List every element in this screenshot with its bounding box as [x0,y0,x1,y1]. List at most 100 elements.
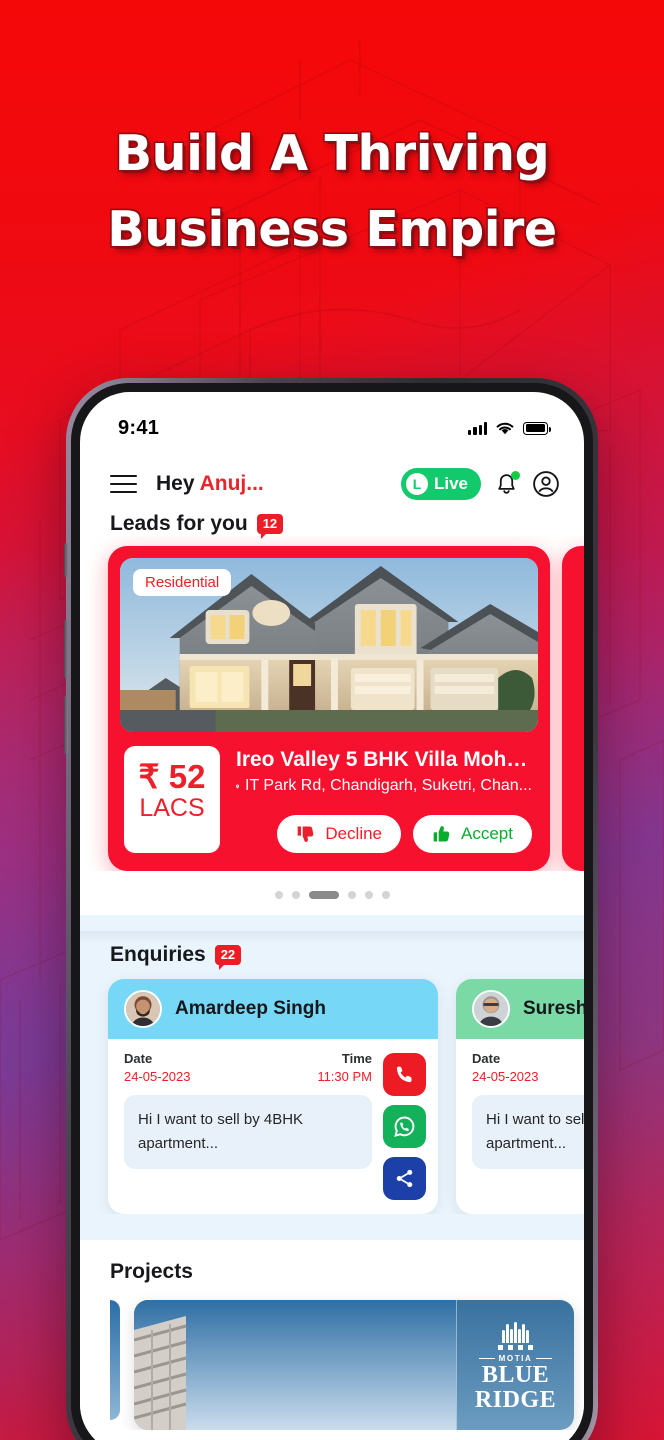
crown-icon [502,1321,529,1343]
lead-action-buttons: Decline Accept [236,815,532,853]
map-pin-icon [236,783,240,789]
share-button[interactable] [383,1157,426,1200]
phone-icon [396,1066,412,1083]
enquiry-card[interactable]: Suresh Kumar Date Time 24-05-2023 11:30 … [456,979,584,1214]
pagination-dot-active[interactable] [308,891,339,899]
leads-pagination[interactable] [80,871,584,915]
projects-title: Projects [110,1260,193,1283]
app-header-actions: L Live [400,468,560,500]
live-badge[interactable]: L Live [400,468,481,500]
enquiries-title: Enquiries [110,943,206,966]
enquiry-card-header: Amardeep Singh [108,979,438,1039]
lead-card-next-peek[interactable] [562,546,584,871]
accept-button[interactable]: Accept [413,815,532,853]
project-image [134,1300,456,1430]
greeting-user-name: Anuj... [199,472,264,495]
enquiries-count-badge: 22 [214,945,242,970]
enquiries-carousel[interactable]: Amardeep Singh Date Time 24-05-2023 11:3… [80,967,584,1214]
enquiry-card-header: Suresh Kumar [456,979,584,1039]
status-bar-time: 9:41 [118,416,160,439]
notification-dot [511,470,520,480]
lead-property-photo: Residential [120,558,538,732]
enquiry-datetime-values: 24-05-2023 11:30 PM [124,1066,372,1084]
project-name-line-1: BLUE [481,1361,550,1388]
date-label: Date [472,1051,501,1066]
user-avatar-icon [124,990,162,1028]
enquiry-card-body: Date Time 24-05-2023 11:30 PM Hi I want … [108,1039,438,1214]
enquiry-card[interactable]: Amardeep Singh Date Time 24-05-2023 11:3… [108,979,438,1214]
lead-title: Ireo Valley 5 BHK Villa Mohali... [236,748,532,771]
user-profile-icon[interactable] [532,470,560,498]
time-label: Time [341,1051,372,1066]
enquiry-card-body: Date Time 24-05-2023 11:30 PM Hi I want … [456,1039,584,1214]
pagination-dot[interactable] [347,891,356,899]
enquiry-message: Hi I want to sell by 4BHK apartment... [124,1095,372,1169]
project-card[interactable]: MOTIA BLUE RIDGE [134,1300,574,1430]
decline-label: Decline [325,824,383,843]
lead-card[interactable]: Residential ₹ 52 LACS Ireo Valley 5 BHK … [108,546,550,871]
notification-bell-icon[interactable] [494,470,520,497]
headline-line-2: Business Empire [107,201,557,258]
phone-mute-button[interactable] [64,543,68,577]
lead-location-text: IT Park Rd, Chandigarh, Suketri, Chan... [245,777,532,794]
app-header: Hey Anuj... L Live [80,450,584,500]
pagination-dot[interactable] [381,891,390,899]
enquiry-user-name: Amardeep Singh [175,998,326,1019]
enquiry-date: 24-05-2023 [472,1069,539,1084]
enquiry-date: 24-05-2023 [124,1069,191,1084]
enquiry-actions [383,1051,426,1200]
thumbs-down-icon [297,826,314,842]
enquiry-datetime-labels: Date Time [472,1051,584,1066]
phone-bezel: 9:41 Hey Anuj... L Live Leads for you 12… [71,383,593,1440]
user-avatar-icon [472,990,510,1028]
section-divider [80,931,584,945]
wifi-icon [496,422,514,434]
whatsapp-button[interactable] [383,1105,426,1148]
leads-title: Leads for you [110,512,248,535]
whatsapp-icon [394,1116,415,1137]
pagination-dot[interactable] [364,891,373,899]
lead-category-tag: Residential [133,569,232,596]
phone-volume-down-button[interactable] [64,696,68,754]
leads-count-badge: 12 [256,514,284,539]
project-name-line-2: RIDGE [474,1386,557,1413]
thumbs-up-icon [433,826,450,842]
greeting-text: Hey Anuj... [156,472,264,496]
project-card-prev-peek[interactable] [110,1300,120,1420]
lead-price-box: ₹ 52 LACS [124,746,220,853]
pagination-dot[interactable] [291,891,300,899]
lead-details: ₹ 52 LACS Ireo Valley 5 BHK Villa Mohali… [120,732,538,859]
enquiry-user-name: Suresh Kumar [523,998,584,1019]
leads-section-header: Leads for you 12 [80,500,584,539]
enquiry-content: Date Time 24-05-2023 11:30 PM Hi I want … [124,1051,372,1200]
projects-section: Projects MOTIA BLUE RIDGE [80,1240,584,1430]
status-bar-icons [468,421,551,436]
project-brand-logo: MOTIA BLUE RIDGE [456,1300,574,1430]
enquiries-section: Enquiries 22 Amardeep Singh Date Time 24… [80,915,584,1240]
status-bar: 9:41 [80,392,584,450]
accept-label: Accept [461,824,513,843]
pagination-dot[interactable] [274,891,283,899]
enquiry-datetime-values: 24-05-2023 11:30 PM [472,1066,584,1084]
call-button[interactable] [383,1053,426,1096]
date-label: Date [124,1051,153,1066]
live-badge-letter: L [405,473,428,495]
share-icon [396,1169,413,1188]
headline-line-1: Build A Thriving [114,125,550,182]
leads-carousel[interactable]: Residential ₹ 52 LACS Ireo Valley 5 BHK … [80,536,584,871]
lead-info: Ireo Valley 5 BHK Villa Mohali... IT Par… [236,746,532,853]
promo-headline: Build A Thriving Business Empire [0,116,664,268]
lead-location: IT Park Rd, Chandigarh, Suketri, Chan... [236,777,532,795]
greeting-prefix: Hey [156,472,200,495]
crown-jewels-icon [498,1344,533,1350]
phone-mockup: 9:41 Hey Anuj... L Live Leads for you 12… [64,378,598,1440]
decline-button[interactable]: Decline [277,815,402,853]
enquiry-datetime-labels: Date Time [124,1051,372,1066]
hamburger-menu-icon[interactable] [110,474,137,494]
battery-full-icon [523,421,551,435]
enquiry-content: Date Time 24-05-2023 11:30 PM Hi I want … [472,1051,584,1200]
phone-volume-up-button[interactable] [64,620,68,678]
projects-carousel[interactable]: MOTIA BLUE RIDGE [80,1284,584,1430]
phone-screen: 9:41 Hey Anuj... L Live Leads for you 12… [80,392,584,1440]
enquiry-message: Hi I want to sell by 2BHK apartment... [472,1095,584,1169]
